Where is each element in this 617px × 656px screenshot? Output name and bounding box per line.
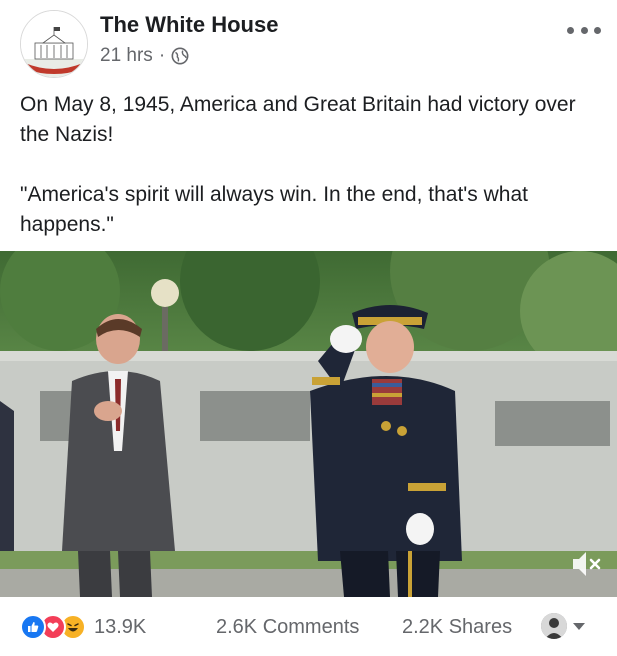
post-text-paragraph: On May 8, 1945, America and Great Britai…: [20, 93, 576, 146]
chevron-down-icon: [573, 622, 585, 630]
page-avatar[interactable]: [20, 10, 88, 78]
post-meta: 21 hrs ·: [100, 45, 189, 67]
comments-count-link[interactable]: 2.6K Comments: [216, 616, 359, 639]
post-video[interactable]: [0, 251, 617, 597]
white-house-logo: [21, 11, 87, 77]
user-avatar: [541, 613, 567, 639]
more-options-button[interactable]: [567, 20, 601, 40]
shares-count-link[interactable]: 2.2K Shares: [402, 616, 512, 639]
reaction-count: 13.9K: [94, 615, 147, 638]
post-footer: 13.9K 2.6K Comments 2.2K Shares: [0, 597, 617, 656]
more-horizontal-icon: [567, 26, 574, 34]
like-icon: [20, 614, 46, 640]
post-text: On May 8, 1945, America and Great Britai…: [20, 90, 605, 270]
video-frame: [0, 251, 617, 597]
facebook-post: The White House 21 hrs · On May 8, 1945,…: [0, 0, 617, 656]
post-text-paragraph: "America's spirit will always win. In th…: [20, 183, 528, 236]
meta-separator: ·: [158, 45, 166, 66]
speaker-muted-icon[interactable]: [569, 547, 603, 581]
page-name[interactable]: The White House: [100, 12, 278, 38]
reactions-summary[interactable]: 13.9K: [20, 614, 146, 640]
post-timestamp[interactable]: 21 hrs: [100, 45, 153, 67]
globe-icon: [171, 47, 189, 65]
react-as-selector[interactable]: [541, 613, 585, 639]
